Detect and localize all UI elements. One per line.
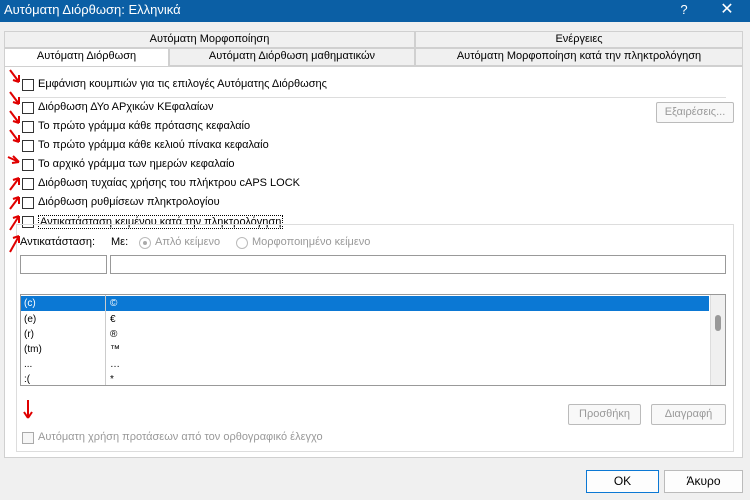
table-row[interactable]: :(* [21,372,709,385]
window-title: Αυτόματη Διόρθωση: Ελληνικά [4,2,181,17]
column-divider [105,295,106,385]
keyboard-settings-label: Διόρθωση ρυθμίσεων πληκτρολογίου [38,196,220,208]
tab-autoformat[interactable]: Αυτόματη Μορφοποίηση [4,31,415,48]
exceptions-button[interactable]: Εξαιρέσεις... [656,102,734,123]
with-label: Με: [111,236,129,248]
entry-to: € [110,314,116,325]
tab-math-autocorrect[interactable]: Αυτόματη Διόρθωση μαθηματικών [169,48,415,66]
spelling-suggestions-label: Αυτόματη χρήση προτάσεων από τον ορθογρα… [38,431,323,443]
tab-actions[interactable]: Ενέργειες [415,31,743,48]
entry-to: ® [110,329,118,340]
title-bar: Αυτόματη Διόρθωση: Ελληνικά ? ✕ [0,0,750,22]
autocorrect-entries-list[interactable]: (c) © (e) € (r) ® (tm) ™ ...… :(* [20,294,726,386]
separator [20,97,726,98]
entry-to: … [110,359,120,370]
close-button[interactable]: ✕ [712,0,742,22]
first-letter-sentence-label: Το πρώτο γράμμα κάθε πρότασης κεφαλαίο [38,120,251,132]
add-button[interactable]: Προσθήκη [568,404,641,425]
plain-text-radio[interactable] [139,237,151,249]
table-row[interactable]: (e) € [21,312,709,327]
annotation-arrows [7,69,33,419]
formatted-text-radio[interactable] [236,237,248,249]
two-initials-label: Διόρθωση ΔΥο ΑΡχικών ΚΕφαλαίων [38,101,214,113]
scrollbar-thumb[interactable] [715,315,721,331]
entry-to: * [110,374,114,385]
delete-button[interactable]: Διαγραφή [651,404,726,425]
list-scrollbar[interactable] [710,295,725,385]
caps-lock-label: Διόρθωση τυχαίας χρήσης του πλήκτρου cAP… [38,177,301,189]
help-button[interactable]: ? [672,0,696,22]
table-row[interactable]: (c) © [21,296,709,311]
entry-to: ™ [110,344,120,355]
table-row[interactable]: ...… [21,357,709,372]
plain-text-label: Απλό κείμενο [155,236,221,248]
tab-autoformat-as-you-type[interactable]: Αυτόματη Μορφοποίηση κατά την πληκτρολόγ… [415,48,743,66]
table-row[interactable]: (r) ® [21,327,709,342]
show-buttons-label: Εμφάνιση κουμπιών για τις επιλογές Αυτόμ… [38,78,327,90]
entry-to: © [110,298,118,309]
table-row[interactable]: (tm) ™ [21,342,709,357]
day-names-label: Το αρχικό γράμμα των ημερών κεφαλαίο [38,158,235,170]
spelling-suggestions-checkbox[interactable] [22,432,34,444]
first-letter-cell-label: Το πρώτο γράμμα κάθε κελιού πίνακα κεφαλ… [38,139,269,151]
ok-button[interactable]: OK [586,470,659,493]
with-input[interactable] [110,255,726,274]
cancel-button[interactable]: Άκυρο [664,470,743,493]
formatted-text-label: Μορφοποιημένο κείμενο [252,236,371,248]
